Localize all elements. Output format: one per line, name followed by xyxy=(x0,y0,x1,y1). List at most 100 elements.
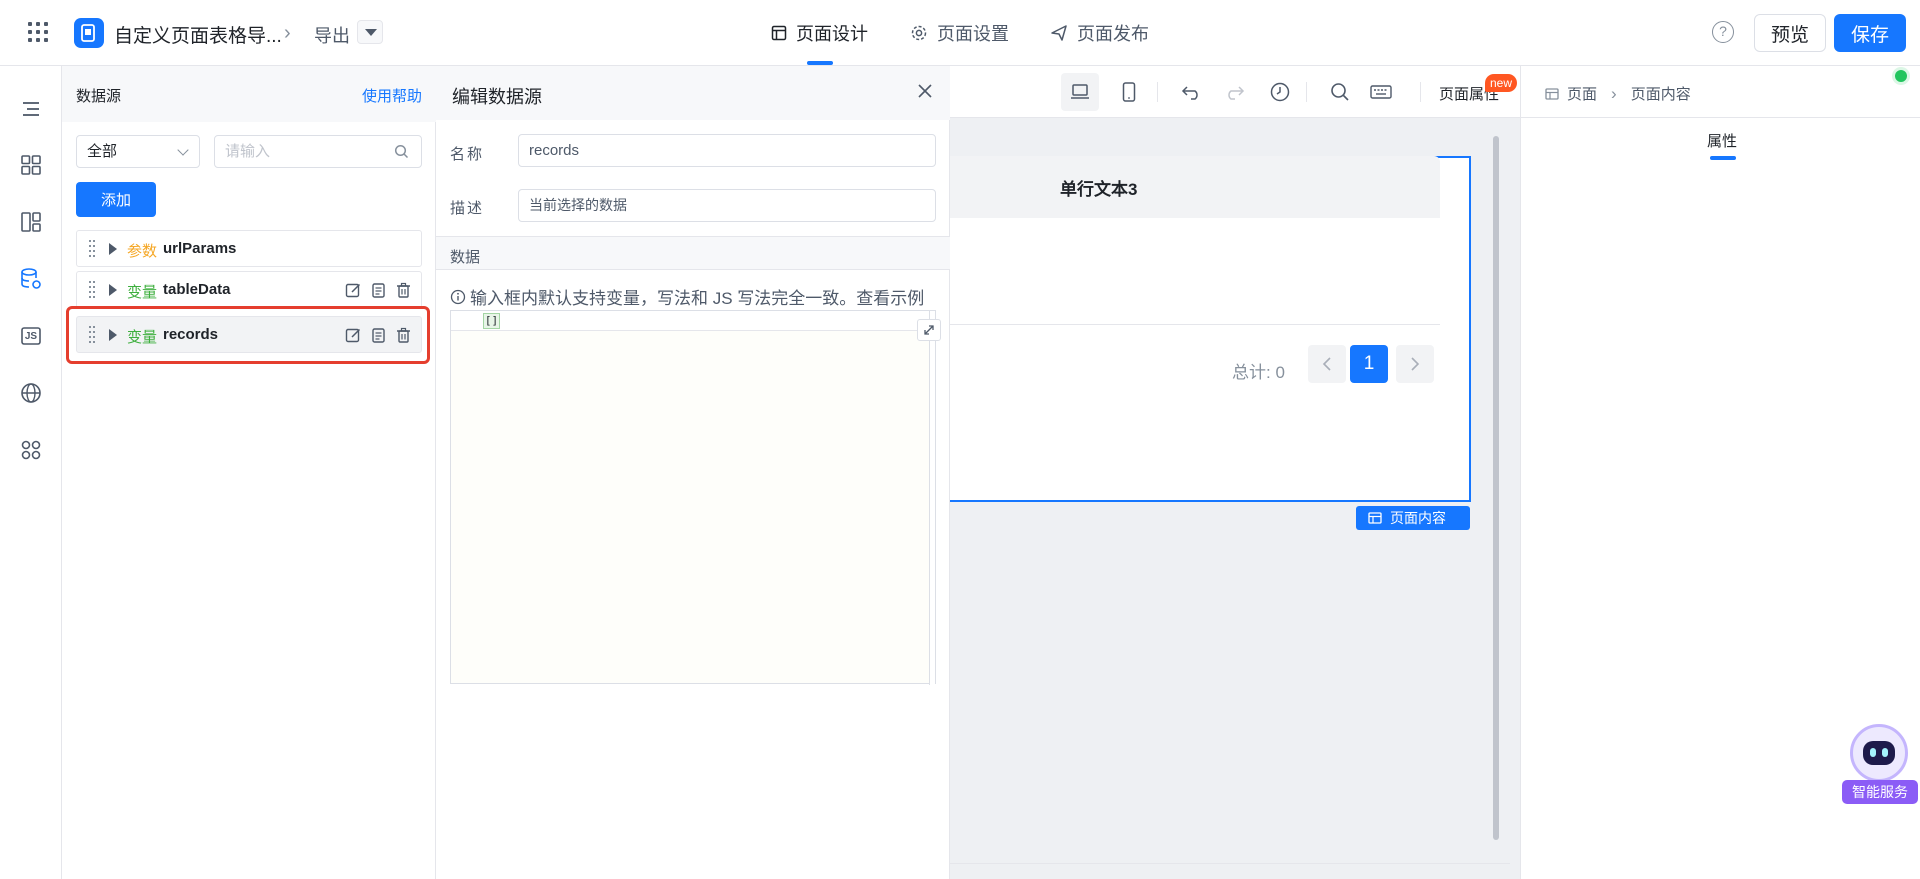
copy-icon[interactable] xyxy=(369,326,388,345)
tab-label: 页面发布 xyxy=(1077,24,1149,44)
layout-icon xyxy=(771,25,787,41)
type-filter-select[interactable]: 全部 xyxy=(76,135,200,168)
data-code-editor[interactable]: [] xyxy=(450,310,941,685)
globe-icon[interactable] xyxy=(18,380,44,406)
toolbar-separator xyxy=(1157,82,1158,102)
data-section-label: 数据 xyxy=(450,249,481,266)
pagination-page-1[interactable]: 1 xyxy=(1350,345,1388,383)
history-icon[interactable] xyxy=(1267,79,1293,105)
edit-icon[interactable] xyxy=(344,326,363,345)
description-label: 描述 xyxy=(450,200,485,217)
canvas-bottom-bar xyxy=(950,863,1510,879)
design-canvas: 页面属性 new 单行文本3 总计: 0 1 页面内容 xyxy=(950,66,1520,879)
canvas-toolbar: 页面属性 new xyxy=(950,66,1520,118)
pagination-next-button[interactable] xyxy=(1396,345,1434,383)
table-header-row: 单行文本3 xyxy=(950,156,1440,218)
datasource-name: tableData xyxy=(163,281,231,298)
left-rail: JS xyxy=(0,66,62,879)
app-launcher-icon[interactable] xyxy=(28,22,48,42)
tab-label: 页面设计 xyxy=(796,24,868,44)
data-info-text: 输入框内默认支持变量，写法和 JS 写法完全一致。查看示例 xyxy=(450,284,924,309)
datasource-search-input[interactable] xyxy=(214,135,422,168)
datasource-item-tabledata[interactable]: 变量 tableData xyxy=(76,271,422,308)
mobile-view-icon[interactable] xyxy=(1116,79,1142,105)
add-datasource-button[interactable]: 添加 xyxy=(76,182,156,217)
apps-grid-icon[interactable] xyxy=(18,437,44,463)
datasource-name: records xyxy=(163,326,219,343)
name-field[interactable]: records xyxy=(518,134,936,167)
expand-arrow-icon[interactable] xyxy=(109,329,117,341)
datasource-title: 数据源 xyxy=(76,88,122,105)
properties-header: 页面 › 页面内容 xyxy=(1521,66,1920,118)
expand-arrow-icon[interactable] xyxy=(109,284,117,296)
tab-page-publish[interactable]: 页面发布 xyxy=(1050,20,1149,46)
close-icon[interactable] xyxy=(914,80,936,102)
datasource-icon[interactable] xyxy=(18,266,44,292)
edit-panel-header: 编辑数据源 xyxy=(436,66,950,120)
expand-editor-button[interactable] xyxy=(917,319,941,341)
canvas-scrollbar[interactable] xyxy=(1493,136,1499,840)
chevron-left-icon xyxy=(1322,357,1331,371)
gear-icon xyxy=(911,25,927,41)
datasource-header: 数据源 使用帮助 xyxy=(62,66,436,122)
toolbar-separator xyxy=(1306,82,1307,102)
datasource-panel: 数据源 使用帮助 全部 添加 参数 urlParams 变量 tableData… xyxy=(62,66,436,879)
name-label: 名称 xyxy=(450,146,485,163)
layout-panels-icon[interactable] xyxy=(18,209,44,235)
undo-icon[interactable] xyxy=(1179,79,1205,105)
code-editor-line: [] xyxy=(451,311,931,331)
new-badge: new xyxy=(1485,74,1518,92)
tab-page-design[interactable]: 页面设计 xyxy=(771,20,868,46)
component-breadcrumb: 页面 › 页面内容 xyxy=(1545,83,1691,104)
column-header: 单行文本3 xyxy=(1060,180,1138,199)
breadcrumb-page[interactable]: 页面 xyxy=(1567,83,1597,104)
delete-icon[interactable] xyxy=(394,281,413,300)
search-icon[interactable] xyxy=(394,144,409,159)
export-dropdown-button[interactable] xyxy=(357,20,383,44)
breadcrumb-export[interactable]: 导出 xyxy=(314,22,350,48)
breadcrumb-chevron-icon: › xyxy=(284,22,291,44)
js-icon[interactable]: JS xyxy=(18,323,44,349)
page-content-tag-label: 页面内容 xyxy=(1390,510,1446,526)
page-content-tag[interactable]: 页面内容 xyxy=(1356,506,1470,530)
pagination-prev-button[interactable] xyxy=(1308,345,1346,383)
page-icon xyxy=(1545,87,1559,100)
tab-properties[interactable]: 属性 xyxy=(1707,130,1737,151)
help-icon[interactable]: ? xyxy=(1712,21,1734,43)
usage-help-link[interactable]: 使用帮助 xyxy=(362,85,422,106)
smart-service-label[interactable]: 智能服务 xyxy=(1842,780,1918,804)
expand-arrow-icon[interactable] xyxy=(109,243,117,255)
drag-handle-icon[interactable] xyxy=(89,281,95,299)
online-status-dot xyxy=(1895,70,1907,82)
components-icon[interactable] xyxy=(18,152,44,178)
app-logo-icon xyxy=(74,18,104,48)
copy-icon[interactable] xyxy=(369,281,388,300)
assistant-avatar-icon[interactable] xyxy=(1850,724,1908,782)
datasource-kind: 变量 xyxy=(127,329,158,346)
data-info-message: 输入框内默认支持变量，写法和 JS 写法完全一致。查看示例 xyxy=(470,289,925,308)
search-icon[interactable] xyxy=(1327,79,1353,105)
drag-handle-icon[interactable] xyxy=(89,240,95,258)
send-icon xyxy=(1051,25,1067,41)
code-editor-scrollbar[interactable] xyxy=(929,311,935,685)
description-field[interactable]: 当前选择的数据 xyxy=(518,189,936,222)
keyboard-icon[interactable] xyxy=(1368,79,1394,105)
datasource-item-urlparams[interactable]: 参数 urlParams xyxy=(76,230,422,267)
tab-page-settings[interactable]: 页面设置 xyxy=(910,20,1009,46)
edit-icon[interactable] xyxy=(344,281,363,300)
delete-icon[interactable] xyxy=(394,326,413,345)
save-button[interactable]: 保存 xyxy=(1834,14,1906,52)
tab-label: 页面设置 xyxy=(937,24,1009,44)
breadcrumb-chevron-icon: › xyxy=(1611,83,1617,103)
preview-button[interactable]: 预览 xyxy=(1754,14,1826,52)
breadcrumb-page-content[interactable]: 页面内容 xyxy=(1631,83,1691,104)
code-value: [] xyxy=(483,313,500,329)
desktop-view-icon[interactable] xyxy=(1061,73,1099,111)
top-bar: 自定义页面表格导... › 导出 页面设计 页面设置 页面发布 ? 预览 保存 xyxy=(0,0,1920,66)
datasource-item-records[interactable]: 变量 records xyxy=(76,316,422,353)
chevron-right-icon xyxy=(1411,357,1420,371)
datasource-kind: 参数 xyxy=(127,243,158,260)
drag-handle-icon[interactable] xyxy=(89,326,95,344)
redo-icon[interactable] xyxy=(1221,79,1247,105)
outline-icon[interactable] xyxy=(18,96,44,122)
